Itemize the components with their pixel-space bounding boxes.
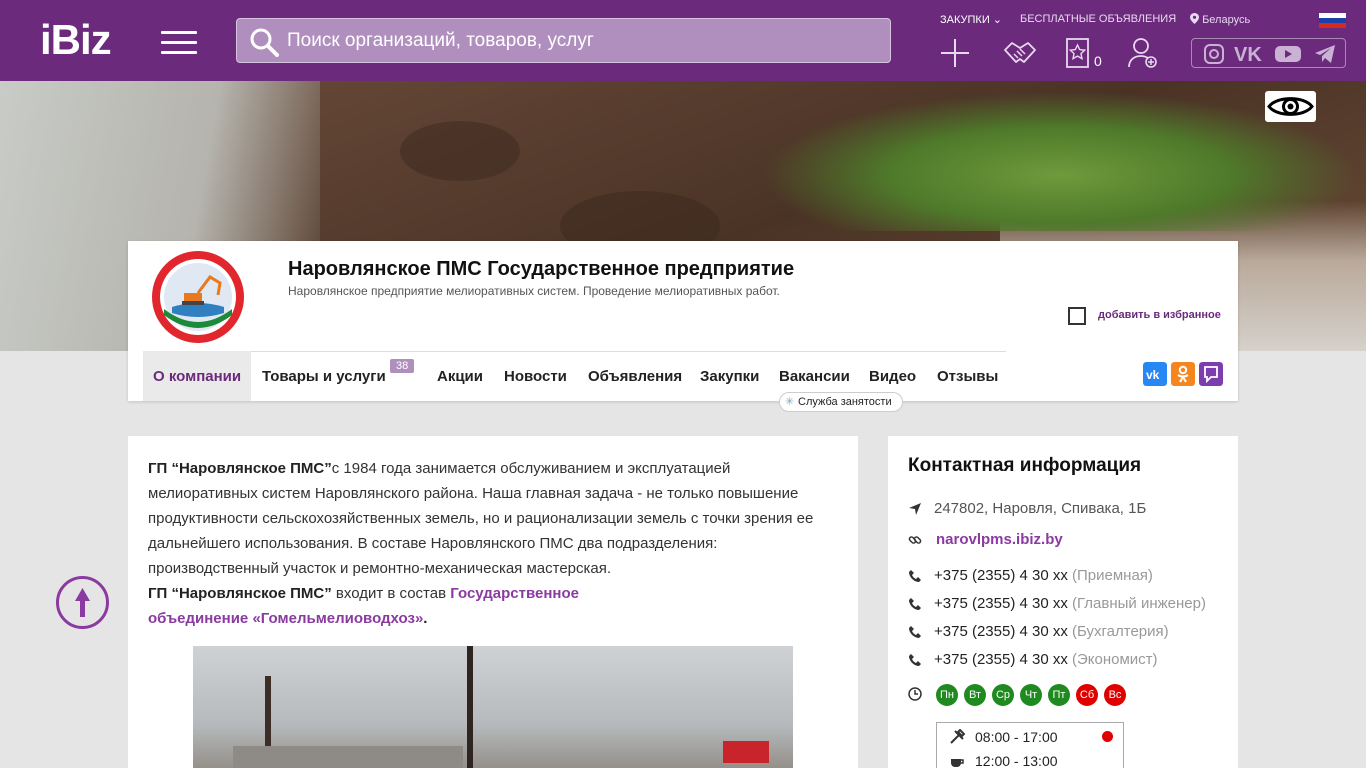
tab-news[interactable]: Новости: [504, 351, 567, 401]
about-paragraph-1: ГП “Наровлянское ПМС”с 1984 года занимае…: [148, 460, 814, 577]
top-header: iBiz ЗАКУПКИ ⌄ БЕСПЛАТНЫЕ ОБЪЯВЛЕНИЯ Бел…: [0, 0, 1366, 81]
company-subtitle: Наровлянское предприятие мелиоративных с…: [288, 284, 780, 298]
link-icon: [908, 536, 922, 544]
tab-about[interactable]: О компании: [143, 351, 252, 401]
tab-procurement[interactable]: Закупки: [700, 351, 759, 401]
search-bar[interactable]: [236, 18, 891, 63]
phone-icon: [909, 598, 921, 610]
eye-icon: [1267, 97, 1314, 116]
instagram-icon[interactable]: [1203, 44, 1225, 64]
odnoklassniki-share-icon[interactable]: [1171, 362, 1195, 386]
add-to-favorites-link[interactable]: добавить в избранное: [1098, 309, 1221, 321]
svg-text:VK: VK: [1234, 44, 1262, 64]
chevron-down-icon: ⌄: [992, 14, 1003, 26]
company-logo: [152, 251, 244, 343]
break-hours: 12:00 - 13:00: [975, 753, 1058, 768]
accessibility-eye-button[interactable]: [1265, 91, 1316, 122]
favorites-count: 0: [1094, 53, 1102, 69]
tab-promos[interactable]: Акции: [437, 351, 483, 401]
vk-share-icon[interactable]: vk: [1143, 362, 1167, 386]
phone-icon: [909, 654, 921, 666]
favorite-checkbox[interactable]: [1068, 307, 1086, 325]
about-paragraph-2: ГП “Наровлянское ПМС” входит в состав Го…: [148, 585, 579, 627]
telegram-icon[interactable]: [1314, 44, 1336, 64]
favorites-icon[interactable]: [1062, 36, 1096, 70]
vk-icon[interactable]: VK: [1234, 44, 1264, 64]
handshake-icon[interactable]: [1003, 36, 1037, 70]
contacts-panel: Контактная информация 247802, Наровля, С…: [888, 436, 1238, 768]
menu-icon[interactable]: [161, 31, 197, 55]
svg-text:vk: vk: [1146, 368, 1160, 382]
tab-goods[interactable]: Товары и услуги: [262, 351, 386, 401]
nav-region[interactable]: Беларусь: [1190, 13, 1250, 26]
phone-icon: [909, 626, 921, 638]
clock-icon: [908, 687, 922, 701]
status-closed-dot: [1102, 731, 1113, 742]
ibiz-logo[interactable]: iBiz: [40, 18, 112, 62]
search-input[interactable]: [287, 19, 877, 62]
day-tuesday[interactable]: Вт: [964, 684, 986, 706]
day-monday[interactable]: Пн: [936, 684, 958, 706]
day-friday[interactable]: Пт: [1048, 684, 1070, 706]
social-links: VK: [1191, 38, 1346, 68]
day-sunday[interactable]: Вс: [1104, 684, 1126, 706]
language-flag-icon[interactable]: [1319, 13, 1346, 28]
employment-service-tag[interactable]: ✳ Служба занятости: [779, 392, 903, 412]
tab-reviews[interactable]: Отзывы: [937, 351, 998, 401]
work-hours: 08:00 - 17:00: [975, 729, 1058, 745]
add-user-icon[interactable]: [1126, 36, 1160, 70]
working-hours-popup: 08:00 - 17:00 12:00 - 13:00: [936, 722, 1124, 768]
tools-icon: [950, 729, 965, 744]
phone-icon: [909, 570, 921, 582]
location-arrow-icon: [909, 503, 921, 515]
scroll-up-button[interactable]: [56, 576, 109, 629]
coffee-icon: [951, 759, 964, 767]
snowflake-icon: ✳: [785, 396, 795, 408]
about-section: ГП “Наровлянское ПМС”с 1984 года занимае…: [128, 436, 858, 768]
viber-share-icon[interactable]: [1199, 362, 1223, 386]
nav-free-ads[interactable]: БЕСПЛАТНЫЕ ОБЪЯВЛЕНИЯ: [1020, 13, 1176, 25]
search-icon[interactable]: [249, 27, 279, 57]
goods-count-badge: 38: [390, 359, 415, 373]
day-wednesday[interactable]: Ср: [992, 684, 1014, 706]
day-thursday[interactable]: Чт: [1020, 684, 1042, 706]
company-card: Наровлянское ПМС Государственное предпри…: [128, 241, 1238, 412]
contacts-title: Контактная информация: [908, 455, 1142, 476]
location-pin-icon: [1190, 13, 1199, 24]
tab-ads[interactable]: Объявления: [588, 351, 682, 401]
add-icon[interactable]: [938, 36, 972, 70]
youtube-icon[interactable]: [1274, 44, 1302, 64]
company-title: Наровлянское ПМС Государственное предпри…: [288, 258, 795, 280]
company-building-photo: [193, 646, 793, 768]
nav-procurement[interactable]: ЗАКУПКИ ⌄: [940, 13, 1002, 26]
day-saturday[interactable]: Сб: [1076, 684, 1098, 706]
